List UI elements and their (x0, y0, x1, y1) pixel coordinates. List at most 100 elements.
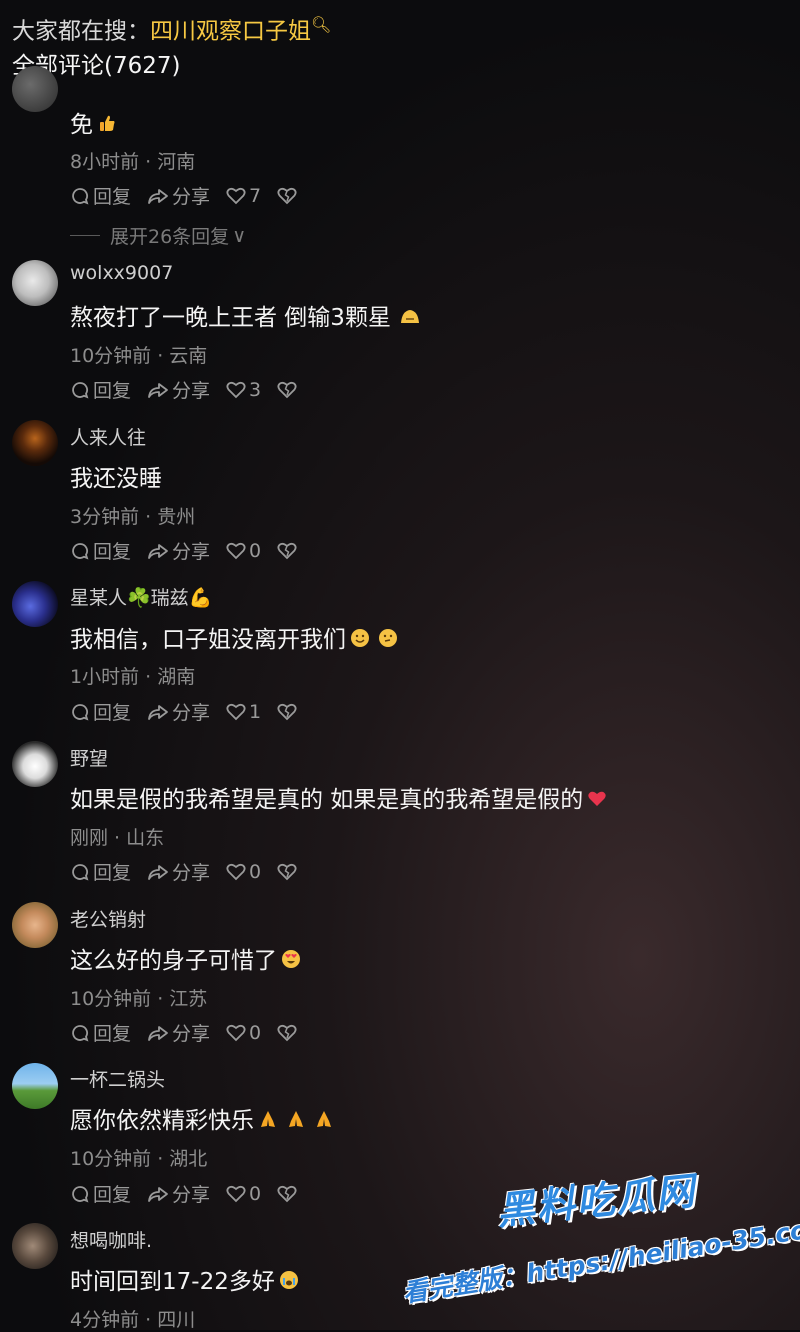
dislike-button[interactable] (277, 703, 300, 721)
comment-actions: 回复 分享 0 (70, 537, 316, 564)
reply-button[interactable]: 回复 (70, 537, 131, 564)
smile-emoji-icon (350, 628, 370, 654)
username[interactable]: 想喝咖啡. (70, 1226, 152, 1253)
comment-text: 熬夜打了一晚上王者 倒输3颗星 (70, 298, 421, 333)
like-button[interactable]: 0 (226, 540, 261, 562)
like-count: 0 (249, 1182, 262, 1205)
dislike-button[interactable] (277, 863, 300, 881)
comment-actions: 回复 分享 0 (70, 1019, 316, 1046)
like-count: 0 (249, 860, 262, 883)
like-count: 0 (249, 539, 262, 562)
dislike-button[interactable] (277, 1185, 300, 1203)
trending-search[interactable]: 大家都在搜：四川观察口子姐🔍︎ (12, 8, 331, 49)
share-button[interactable]: 分享 (147, 376, 210, 403)
broken-heart-icon (277, 1024, 297, 1041)
grimace-emoji-icon (399, 305, 421, 333)
like-button[interactable]: 0 (226, 1183, 261, 1205)
username[interactable]: wolxx9007 (70, 262, 173, 284)
comment-actions: 回复 分享 1 (70, 698, 316, 725)
reply-icon (72, 542, 89, 560)
username[interactable]: 老公销射 (70, 905, 146, 932)
reply-icon (72, 1024, 89, 1042)
avatar[interactable] (12, 66, 58, 112)
share-icon (148, 382, 168, 398)
like-button[interactable]: 1 (226, 701, 261, 723)
share-icon (148, 864, 168, 880)
dislike-button[interactable] (277, 1024, 300, 1042)
avatar[interactable] (12, 741, 58, 787)
reply-icon (72, 381, 89, 399)
share-icon (148, 1025, 168, 1041)
like-count: 0 (249, 1021, 262, 1044)
header: 大家都在搜：四川观察口子姐🔍︎ 全部评论(7627) (12, 8, 331, 83)
avatar[interactable] (12, 1063, 58, 1109)
comment-meta: 10分钟前 · 云南 (70, 345, 208, 367)
comment-text: 这么好的身子可惜了 (70, 941, 301, 975)
search-keyword[interactable]: 四川观察口子姐 (150, 19, 311, 45)
comment-meta: 刚刚 · 山东 (70, 827, 165, 849)
search-label: 大家都在搜： (12, 18, 150, 45)
thinking-emoji-icon (378, 628, 398, 654)
reply-icon (72, 863, 89, 881)
reply-button[interactable]: 回复 (70, 1019, 131, 1046)
reply-button[interactable]: 回复 (70, 858, 131, 885)
comment-text: 愿你依然精彩快乐 (70, 1101, 334, 1135)
like-button[interactable]: 7 (226, 185, 261, 207)
like-button[interactable]: 0 (226, 861, 261, 883)
dislike-button[interactable] (277, 381, 300, 399)
username[interactable]: 星某人☘️瑞兹💪 (70, 583, 212, 610)
watermark: 黑料吃瓜网 看完整版：https://heiliao-35.com (400, 1169, 800, 1320)
broken-heart-icon (277, 187, 297, 204)
like-count: 1 (249, 700, 262, 723)
share-button[interactable]: 分享 (147, 1019, 210, 1046)
broken-heart-icon (277, 703, 297, 720)
comment-actions: 回复 分享 0 (70, 858, 316, 885)
share-button[interactable]: 分享 (147, 1180, 210, 1207)
username[interactable]: 野望 (70, 744, 108, 771)
avatar[interactable] (12, 260, 58, 306)
broken-heart-icon (277, 1185, 297, 1202)
heart-icon (226, 542, 246, 559)
share-icon (148, 543, 168, 559)
reply-icon (72, 1185, 89, 1203)
comment-text: 如果是假的我希望是真的 如果是真的我希望是假的 (70, 780, 607, 814)
avatar[interactable] (12, 581, 58, 627)
share-button[interactable]: 分享 (147, 182, 210, 209)
share-button[interactable]: 分享 (147, 537, 210, 564)
username[interactable]: 一杯二锅头 (70, 1065, 165, 1092)
heart-icon (226, 1024, 246, 1041)
comment-text: 免 (70, 105, 117, 139)
like-button[interactable]: 3 (226, 379, 261, 401)
comment-meta: 8小时前 · 河南 (70, 151, 196, 173)
dislike-button[interactable] (277, 542, 300, 560)
comment-text: 时间回到17-22多好 (70, 1262, 299, 1296)
like-count: 3 (249, 378, 262, 401)
share-button[interactable]: 分享 (147, 858, 210, 885)
share-button[interactable]: 分享 (147, 698, 210, 725)
expand-replies-button[interactable]: 展开26条回复 ∨ (70, 222, 246, 249)
comment-meta: 10分钟前 · 湖北 (70, 1148, 208, 1170)
comment-text: 我还没睡 (70, 466, 162, 492)
reply-button[interactable]: 回复 (70, 376, 131, 403)
heart-icon (226, 1185, 246, 1202)
reply-button[interactable]: 回复 (70, 698, 131, 725)
avatar[interactable] (12, 420, 58, 466)
heart-eyes-emoji-icon (281, 949, 301, 975)
heart-emoji-icon (587, 788, 607, 814)
heart-icon (226, 703, 246, 720)
username[interactable]: 人来人往 (70, 423, 146, 450)
dislike-button[interactable] (277, 187, 300, 205)
search-icon[interactable]: 🔍︎ (311, 15, 331, 34)
thumbs-up-emoji-icon (97, 113, 117, 139)
share-icon (148, 1186, 168, 1202)
comment-text: 我相信，口子姐没离开我们 (70, 620, 398, 654)
comments-count-title: 全部评论(7627) (12, 52, 181, 79)
reply-button[interactable]: 回复 (70, 1180, 131, 1207)
like-button[interactable]: 0 (226, 1022, 261, 1044)
reply-button[interactable]: 回复 (70, 182, 131, 209)
avatar[interactable] (12, 902, 58, 948)
heart-icon (226, 863, 246, 880)
avatar[interactable] (12, 1223, 58, 1269)
comment-meta: 4分钟前 · 四川 (70, 1309, 196, 1331)
crying-emoji-icon (279, 1270, 299, 1296)
